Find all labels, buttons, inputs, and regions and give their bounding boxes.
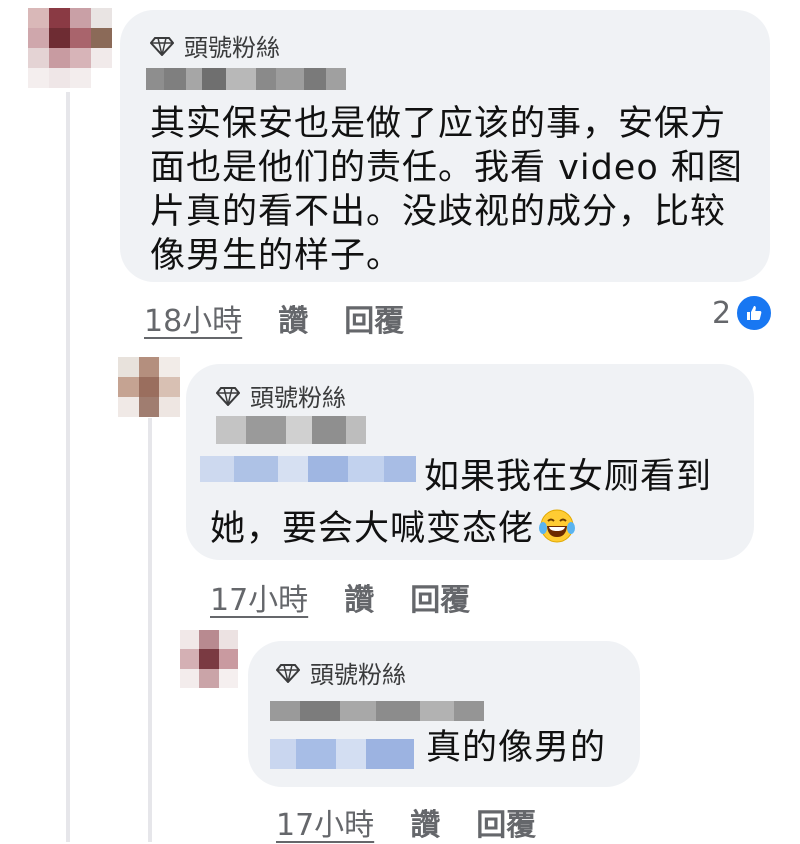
top-fan-badge: 頭號粉絲	[276, 655, 406, 690]
comment-actions: 17小時 讚 回覆	[276, 800, 536, 844]
reaction-count[interactable]: 2	[712, 294, 774, 332]
redacted-mention[interactable]	[200, 456, 416, 482]
timestamp[interactable]: 18小時	[144, 296, 242, 340]
redacted-mention[interactable]	[270, 739, 414, 769]
reply-button[interactable]: 回覆	[410, 575, 470, 619]
timestamp[interactable]: 17小時	[210, 575, 308, 619]
avatar[interactable]	[118, 357, 180, 417]
reaction-count-number: 2	[712, 295, 732, 331]
top-fan-badge: 頭號粉絲	[150, 28, 280, 63]
badge-label: 頭號粉絲	[310, 661, 406, 689]
reply-text-line-1: 如果我在女厕看到	[424, 457, 713, 497]
top-fan-badge: 頭號粉絲	[216, 378, 346, 413]
reply-text-line-2: 她，要会大喊变态佬	[210, 500, 576, 551]
like-button[interactable]: 讚	[410, 800, 440, 844]
like-button[interactable]: 讚	[344, 575, 374, 619]
comment-actions: 18小時 讚 回覆	[144, 296, 404, 340]
badge-label: 頭號粉絲	[184, 34, 280, 62]
redacted-username[interactable]	[216, 416, 366, 444]
diamond-icon	[276, 663, 300, 683]
comment-text: 其实保安也是做了应该的事，安保方面也是他们的责任。我看 video 和图片真的看…	[150, 104, 743, 276]
reply-text: 她，要会大喊变态佬	[210, 509, 535, 549]
like-button[interactable]: 讚	[278, 296, 308, 340]
diamond-icon	[216, 386, 240, 406]
reply-text: 真的像男的	[426, 728, 607, 768]
timestamp[interactable]: 17小時	[276, 800, 374, 844]
badge-label: 頭號粉絲	[250, 384, 346, 412]
thread-line	[148, 418, 152, 842]
comment-bubble: 頭號粉絲 其实保安也是做了应该的事，安保方面也是他们的责任。我看 video 和…	[120, 10, 770, 282]
redacted-username[interactable]	[146, 68, 346, 90]
thread-line	[66, 92, 70, 842]
redacted-username[interactable]	[270, 701, 484, 721]
laughing-crying-emoji-icon	[539, 509, 576, 542]
like-icon	[735, 294, 774, 332]
reply-button[interactable]: 回覆	[476, 800, 536, 844]
comment-actions: 17小時 讚 回覆	[210, 575, 470, 619]
avatar[interactable]	[180, 630, 238, 688]
reply-button[interactable]: 回覆	[344, 296, 404, 340]
avatar[interactable]	[28, 8, 112, 88]
reply-bubble: 頭號粉絲 如果我在女厕看到 她，要会大喊变态佬	[186, 364, 754, 560]
diamond-icon	[150, 36, 174, 56]
reply-bubble: 頭號粉絲 真的像男的	[248, 641, 640, 787]
